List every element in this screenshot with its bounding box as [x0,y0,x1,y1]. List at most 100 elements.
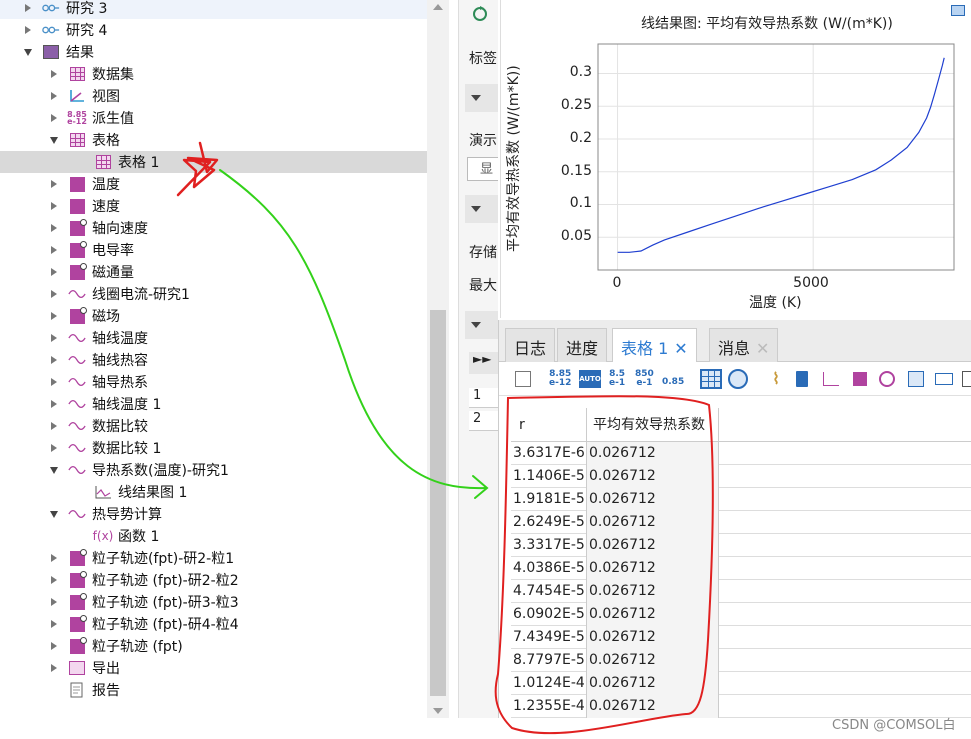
cell-conductivity[interactable]: 0.026712 [587,695,719,718]
table-row[interactable]: 1.0124E-4 0.026712 [511,672,971,695]
graphics-window[interactable]: 线结果图: 平均有效导热系数 (W/(m*K)) 平均有效导热系数 (W/(m*… [500,0,971,318]
table-row[interactable]: 7.4349E-5 0.026712 [511,626,971,649]
tree-node[interactable]: 粒子轨迹 (fpt)-研2-粒2 [0,569,428,591]
cell-empty[interactable] [719,672,971,695]
collapsed-arrow-icon[interactable] [48,569,60,591]
tree-node[interactable]: 数据比较 [0,415,428,437]
cell-r[interactable]: 3.3317E-5 [511,534,587,557]
cell-empty[interactable] [719,534,971,557]
tree-node[interactable]: 8.85 e-12 派生值 [0,107,428,129]
tree-node[interactable]: 轴导热系 [0,371,428,393]
collapsed-arrow-icon[interactable] [48,415,60,437]
cell-empty[interactable] [719,649,971,672]
cell-empty[interactable] [719,557,971,580]
tab-progress[interactable]: 进度 [557,328,608,362]
copy-table-icon[interactable] [908,371,924,387]
cell-empty[interactable] [719,442,971,465]
section-collapse-2[interactable] [465,195,498,223]
close-icon[interactable]: ✕ [756,339,769,358]
tab-table-1[interactable]: 表格 1 ✕ [612,328,697,363]
collapsed-arrow-icon[interactable] [48,107,60,129]
tree-node[interactable]: 线结果图 1 [0,481,428,503]
tree-node[interactable]: 磁场 [0,305,428,327]
tree-node[interactable]: 结果 [0,41,428,63]
expanded-arrow-icon[interactable] [22,41,34,63]
cell-r[interactable]: 1.1406E-5 [511,465,587,488]
export-table-icon[interactable] [935,373,953,385]
cell-empty[interactable] [719,465,971,488]
collapsed-arrow-icon[interactable] [48,349,60,371]
cell-r[interactable]: 1.2355E-4 [511,695,587,718]
collapsed-arrow-icon[interactable] [48,547,60,569]
collapsed-arrow-icon[interactable] [48,261,60,283]
close-icon[interactable]: ✕ [674,339,687,358]
collapsed-arrow-icon[interactable] [48,85,60,107]
tree-node[interactable]: 磁通量 [0,261,428,283]
cell-conductivity[interactable]: 0.026712 [587,488,719,511]
cell-r[interactable]: 4.7454E-5 [511,580,587,603]
tree-node[interactable]: 表格 [0,129,428,151]
cell-r[interactable]: 1.9181E-5 [511,488,587,511]
table-row[interactable]: 4.7454E-5 0.026712 [511,580,971,603]
tree-node[interactable]: 速度 [0,195,428,217]
cell-r[interactable]: 3.6317E-6 [511,442,587,465]
format-engineering-1-button[interactable]: 8.5 e-1 [609,369,625,389]
collapsed-arrow-icon[interactable] [48,437,60,459]
cell-empty[interactable] [719,488,971,511]
section-collapse-1[interactable] [465,84,498,112]
tree-node[interactable]: 温度 [0,173,428,195]
cell-conductivity[interactable]: 0.026712 [587,465,719,488]
tree-node[interactable]: 导出 [0,657,428,679]
cell-conductivity[interactable]: 0.026712 [587,626,719,649]
tree-node[interactable]: 导热系数(温度)-研究1 [0,459,428,481]
tab-log[interactable]: 日志 [505,328,556,362]
tree-node[interactable]: 线圈电流-研究1 [0,283,428,305]
table-graph-icon[interactable] [823,372,839,386]
table-grid-icon[interactable] [700,369,722,389]
expanded-arrow-icon[interactable] [48,459,60,481]
format-engineering-2-button[interactable]: 850 e-1 [635,369,654,389]
scroll-up-icon[interactable] [433,4,443,10]
tree-node[interactable]: f(x) 函数 1 [0,525,428,547]
collapsed-arrow-icon[interactable] [48,283,60,305]
section-collapse-3[interactable] [465,311,498,339]
cell-conductivity[interactable]: 0.026712 [587,442,719,465]
cell-conductivity[interactable]: 0.026712 [587,557,719,580]
tree-node[interactable]: 数据比较 1 [0,437,428,459]
delete-icon[interactable] [796,371,808,387]
collapsed-arrow-icon[interactable] [22,19,34,41]
table-row[interactable]: 8.7797E-5 0.026712 [511,649,971,672]
cell-conductivity[interactable]: 0.026712 [587,603,719,626]
column-header-conductivity[interactable]: 平均有效导热系数 [587,408,719,442]
table-row[interactable]: 4.0386E-5 0.026712 [511,557,971,580]
cell-r[interactable]: 7.4349E-5 [511,626,587,649]
more-icon[interactable] [962,371,971,387]
collapsed-arrow-icon[interactable] [48,657,60,679]
tree-node[interactable]: 电导率 [0,239,428,261]
collapsed-arrow-icon[interactable] [48,635,60,657]
cell-r[interactable]: 2.6249E-5 [511,511,587,534]
cell-conductivity[interactable]: 0.026712 [587,672,719,695]
globe-icon[interactable] [728,369,748,389]
tree-node[interactable]: 轴线温度 1 [0,393,428,415]
collapsed-arrow-icon[interactable] [48,305,60,327]
tree-node[interactable]: 轴线温度 [0,327,428,349]
cell-conductivity[interactable]: 0.026712 [587,580,719,603]
tree-node[interactable]: 研究 4 [0,19,428,41]
table-surface-icon[interactable] [853,372,867,386]
collapsed-arrow-icon[interactable] [48,173,60,195]
format-fixed-button[interactable]: 0.85 [662,372,684,392]
expanded-arrow-icon[interactable] [48,503,60,525]
collapsed-arrow-icon[interactable] [48,613,60,635]
table-row[interactable]: 1.1406E-5 0.026712 [511,465,971,488]
tree-node[interactable]: 粒子轨迹 (fpt)-研3-粒3 [0,591,428,613]
cell-r[interactable]: 8.7797E-5 [511,649,587,672]
cell-conductivity[interactable]: 0.026712 [587,534,719,557]
scroll-down-icon[interactable] [433,708,443,714]
collapsed-arrow-icon[interactable] [22,0,34,19]
collapsed-arrow-icon[interactable] [48,327,60,349]
collapsed-arrow-icon[interactable] [48,591,60,613]
table-row[interactable]: 3.6317E-6 0.026712 [511,442,971,465]
tree-node[interactable]: 数据集 [0,63,428,85]
cell-r[interactable]: 1.0124E-4 [511,672,587,695]
